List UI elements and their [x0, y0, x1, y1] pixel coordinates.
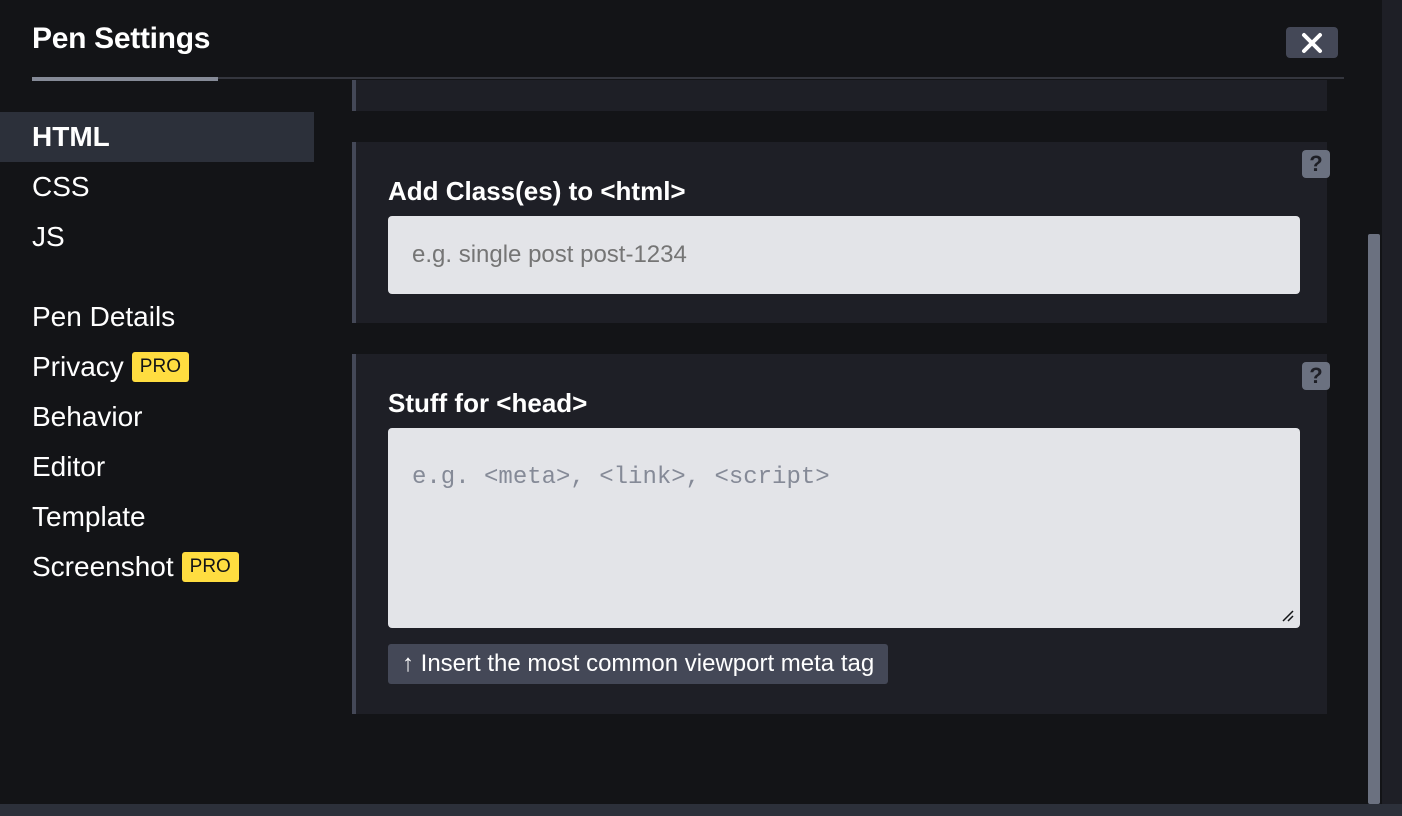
sidebar-item-template[interactable]: Template: [0, 492, 314, 542]
question-mark-icon[interactable]: ?: [1302, 362, 1330, 390]
close-button[interactable]: [1286, 27, 1338, 58]
background-edge-bottom: [0, 804, 1402, 816]
sidebar-item-label: Template: [32, 501, 146, 532]
sidebar-item-html[interactable]: HTML: [0, 112, 314, 162]
sidebar-item-editor[interactable]: Editor: [0, 442, 314, 492]
settings-sidebar: HTML CSS JS Pen Details Privacy PRO Beha…: [0, 112, 314, 592]
head-stuff-placeholder: e.g. <meta>, <link>, <script>: [412, 464, 830, 491]
pen-settings-modal: Pen Settings HTML CSS JS Pen Details Pri…: [0, 0, 1382, 804]
sidebar-item-label: Behavior: [32, 401, 143, 432]
sidebar-item-label: JS: [32, 221, 65, 252]
sidebar-item-label: Editor: [32, 451, 106, 482]
head-stuff-label: Stuff for <head>: [388, 388, 588, 418]
html-classes-input[interactable]: [388, 216, 1300, 294]
question-mark-icon[interactable]: ?: [1302, 150, 1330, 178]
title-divider: [32, 77, 1344, 79]
sidebar-item-screenshot[interactable]: Screenshot PRO: [0, 542, 314, 592]
sidebar-item-privacy[interactable]: Privacy PRO: [0, 342, 314, 392]
sidebar-item-behavior[interactable]: Behavior: [0, 392, 314, 442]
title-divider-accent: [32, 77, 218, 81]
close-x-icon: [1302, 32, 1322, 53]
sidebar-item-css[interactable]: CSS: [0, 162, 314, 212]
html-classes-panel: ? Add Class(es) to <html>: [352, 142, 1330, 323]
sidebar-item-label: Privacy: [32, 351, 124, 382]
previous-panel-bottom: [352, 80, 1327, 111]
head-stuff-panel: ? Stuff for <head> e.g. <meta>, <link>, …: [352, 354, 1330, 714]
html-classes-label: Add Class(es) to <html>: [388, 176, 686, 206]
insert-viewport-meta-button[interactable]: ↑ Insert the most common viewport meta t…: [388, 644, 889, 684]
pro-badge: PRO: [131, 352, 189, 382]
sidebar-item-label: HTML: [32, 121, 110, 152]
sidebar-item-pen-details[interactable]: Pen Details: [0, 292, 314, 342]
sidebar-item-js[interactable]: JS: [0, 212, 314, 262]
scrollbar-thumb[interactable]: [1368, 234, 1380, 804]
sidebar-item-label: Screenshot: [32, 551, 174, 582]
sidebar-item-label: CSS: [32, 171, 90, 202]
resize-handle-icon[interactable]: [1280, 608, 1294, 622]
head-stuff-textarea[interactable]: e.g. <meta>, <link>, <script>: [388, 428, 1300, 628]
background-edge: [1382, 0, 1402, 816]
dialog-title: Pen Settings: [32, 22, 211, 55]
pro-badge: PRO: [181, 552, 239, 582]
sidebar-item-label: Pen Details: [32, 301, 176, 332]
